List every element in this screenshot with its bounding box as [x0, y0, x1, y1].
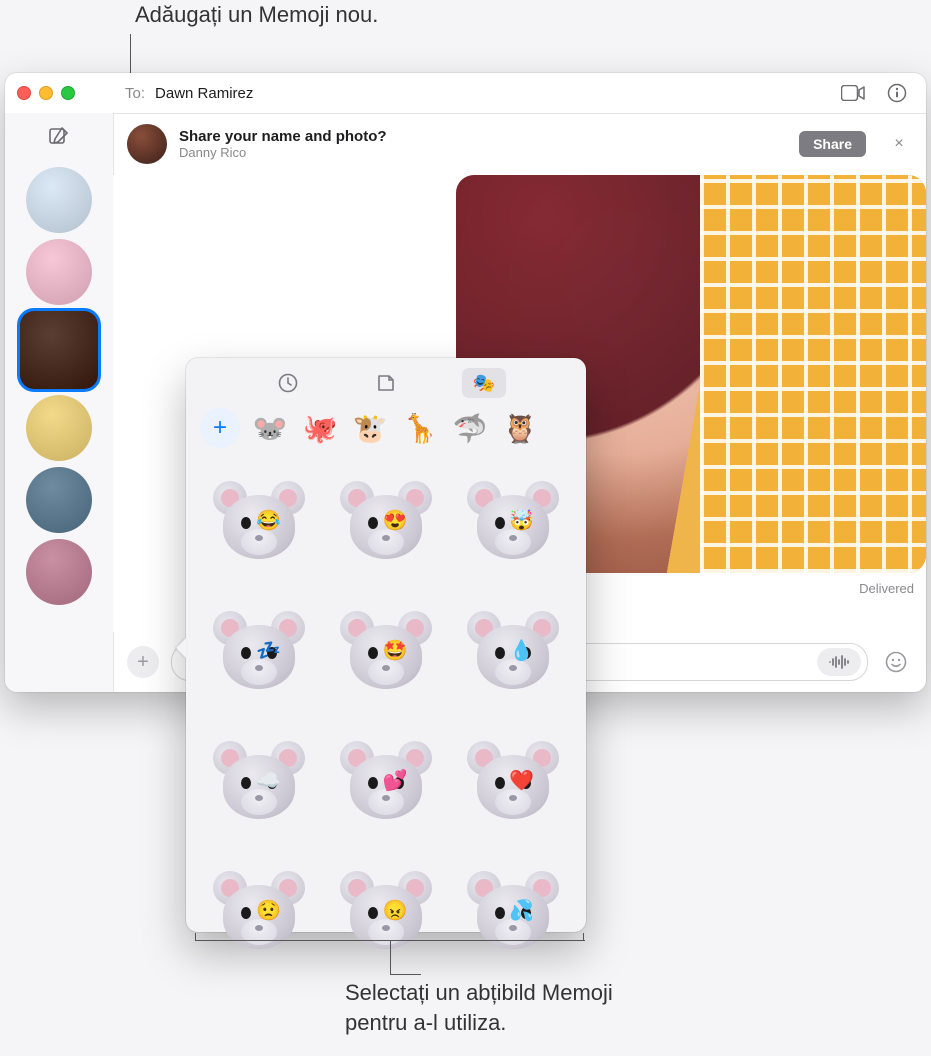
share-button[interactable]: Share	[799, 131, 866, 157]
memoji-icon: 🎭	[473, 373, 495, 394]
banner-subtitle: Danny Rico	[179, 145, 387, 160]
waveform-icon	[828, 655, 850, 669]
window-zoom[interactable]	[61, 86, 75, 100]
expression-overlay: ☁️	[256, 768, 281, 793]
sticker-mouse-starstruck[interactable]: 🤩	[329, 594, 444, 712]
avatar	[20, 311, 98, 389]
sticker-mouse-worried[interactable]: 😟	[202, 854, 317, 972]
expression-overlay: 😟	[256, 898, 281, 923]
plus-icon: +	[137, 651, 149, 674]
add-memoji-button[interactable]: +	[200, 408, 240, 448]
sticker-mouse-mind-blown[interactable]: 🤯	[455, 464, 570, 582]
delivered-status: Delivered	[859, 581, 914, 596]
callout-line	[195, 940, 585, 941]
memoji-shark[interactable]: 🦈	[450, 408, 490, 448]
sticker-icon	[375, 372, 397, 394]
memoji-sticker-grid: 😂 😍 🤯 💤 🤩 💧 ☁️ 💕 ❤️ 😟 😠 💦	[186, 458, 586, 972]
memoji-cow[interactable]: 🐮	[350, 408, 390, 448]
info-icon	[887, 83, 907, 103]
sidebar	[5, 113, 114, 692]
expression-overlay: 😂	[256, 508, 281, 533]
sidebar-group-conversation[interactable]	[26, 167, 92, 233]
sticker-mouse-blowing-kiss[interactable]: 💕	[329, 724, 444, 842]
banner-close[interactable]: ×	[886, 131, 912, 157]
avatar	[26, 239, 92, 305]
sidebar-contact-pink-memoji[interactable]	[26, 239, 92, 305]
memoji-popover: 🎭 + 🐭🐙🐮🦒🦈🦉 😂 😍 🤯 💤 🤩 💧 ☁️ 💕 ❤️ 😟 😠 💦	[186, 358, 586, 932]
to-recipient[interactable]: Dawn Ramirez	[155, 85, 253, 102]
expression-overlay: 💧	[509, 638, 534, 663]
details-button[interactable]	[880, 80, 914, 106]
sticker-mouse-head-in-clouds[interactable]: ☁️	[202, 724, 317, 842]
window-minimize[interactable]	[39, 86, 53, 100]
compose-icon	[48, 125, 70, 147]
memoji-avatar-row: + 🐭🐙🐮🦒🦈🦉	[186, 404, 586, 458]
memoji-tab[interactable]: 🎭	[462, 368, 506, 398]
banner-avatar	[127, 124, 167, 164]
stickers-tab[interactable]	[364, 368, 408, 398]
memoji-giraffe[interactable]: 🦒	[400, 408, 440, 448]
window-close[interactable]	[17, 86, 31, 100]
to-label: To:	[125, 85, 145, 102]
avatar	[26, 167, 92, 233]
share-banner: Share your name and photo? Danny Rico Sh…	[113, 113, 926, 176]
sidebar-contact-photo-woman[interactable]	[26, 539, 92, 605]
expression-overlay: ❤️	[509, 768, 534, 793]
expression-overlay: 😍	[383, 508, 408, 533]
plus-icon: +	[213, 414, 227, 442]
facetime-button[interactable]	[836, 80, 870, 106]
banner-title: Share your name and photo?	[179, 128, 387, 145]
traffic-lights	[17, 86, 75, 100]
expression-overlay: 💕	[383, 768, 408, 793]
memoji-owl[interactable]: 🦉	[500, 408, 540, 448]
emoji-picker-button[interactable]	[880, 646, 912, 678]
facetime-icon	[841, 85, 865, 101]
popover-segments: 🎭	[186, 358, 586, 404]
expression-overlay: 💤	[256, 638, 281, 663]
expression-overlay: 🤩	[383, 638, 408, 663]
avatar	[26, 467, 92, 533]
expression-overlay: 😠	[383, 898, 408, 923]
sticker-mouse-sleeping[interactable]: 💤	[202, 594, 317, 712]
voice-memo-button[interactable]	[817, 648, 861, 676]
clock-icon	[277, 372, 299, 394]
sidebar-contact-dawn-ramirez[interactable]	[20, 311, 98, 389]
sticker-mouse-laughing-tears[interactable]: 😂	[202, 464, 317, 582]
sticker-mouse-tear[interactable]: 💧	[455, 594, 570, 712]
sticker-mouse-heart-eyes[interactable]: 😍	[329, 464, 444, 582]
avatar	[26, 539, 92, 605]
smiley-icon	[884, 650, 908, 674]
callout-select-sticker: Selectați un abțibild Memoji pentru a-l …	[345, 978, 613, 1037]
memoji-octopus[interactable]: 🐙	[300, 408, 340, 448]
expression-overlay: 🤯	[509, 508, 534, 533]
callout-add-memoji: Adăugați un Memoji nou.	[135, 2, 378, 28]
sticker-mouse-hearts[interactable]: ❤️	[455, 724, 570, 842]
recents-tab[interactable]	[266, 368, 310, 398]
expression-overlay: 💦	[509, 898, 534, 923]
sticker-mouse-cold-sweat[interactable]: 💦	[455, 854, 570, 972]
sidebar-contact-photo-man[interactable]	[26, 467, 92, 533]
compose-button[interactable]	[40, 119, 78, 153]
to-field: To: Dawn Ramirez	[113, 73, 926, 114]
memoji-mouse[interactable]: 🐭	[250, 408, 290, 448]
sidebar-contact-yellow-glasses[interactable]	[26, 395, 92, 461]
avatar	[26, 395, 92, 461]
sticker-mouse-angry[interactable]: 😠	[329, 854, 444, 972]
apps-button[interactable]: +	[127, 646, 159, 678]
